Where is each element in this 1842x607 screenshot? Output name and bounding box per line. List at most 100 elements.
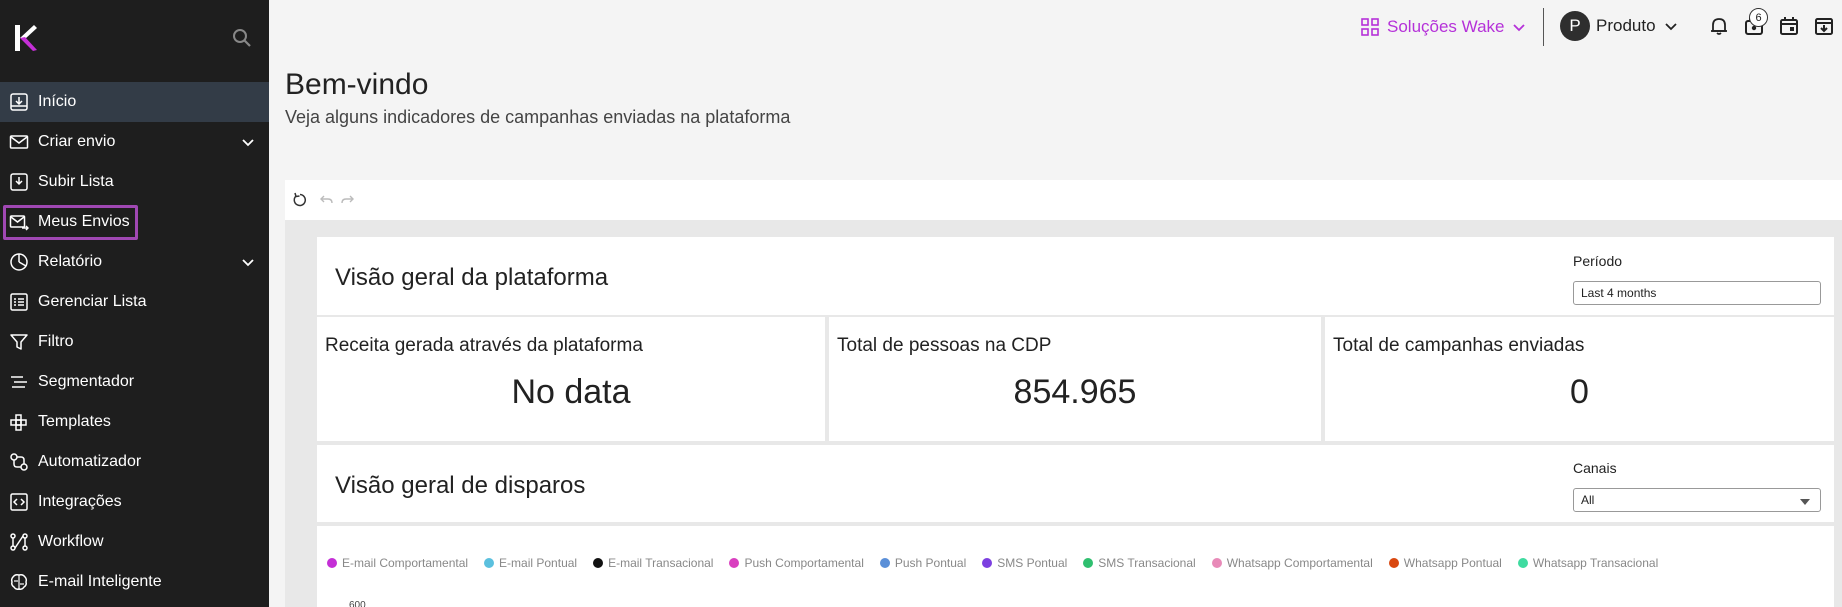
topbar-divider (1543, 8, 1544, 46)
bell-icon[interactable] (1707, 14, 1731, 38)
sidebar-item-inicio[interactable]: Início (0, 82, 269, 122)
legend-item[interactable]: Push Comportamental (729, 556, 864, 570)
legend-label: Whatsapp Pontual (1403, 556, 1502, 570)
sidebar-item-templates[interactable]: Templates (0, 402, 269, 442)
sidebar-item-workflow[interactable]: Workflow (0, 522, 269, 562)
legend-label: E-mail Pontual (499, 556, 578, 570)
legend-dot (982, 558, 993, 568)
caret-down-icon (1800, 499, 1810, 505)
legend-label: Whatsapp Transacional (1532, 556, 1659, 570)
topbar: Soluções Wake P Produto 6 (269, 0, 1842, 54)
redo-icon[interactable] (340, 192, 356, 208)
logo-icon[interactable] (14, 24, 38, 52)
sidebar-item-criar-envio[interactable]: Criar envio (0, 122, 269, 162)
sidebar-header (0, 0, 269, 82)
legend-item[interactable]: SMS Transacional (1083, 556, 1196, 570)
chart-legend: E-mail Comportamental E-mail Pontual E-mai… (327, 556, 1674, 570)
period-input[interactable]: Last 4 months (1573, 281, 1821, 305)
sidebar-item-label: Segmentador (38, 373, 135, 390)
legend-dot (1211, 558, 1222, 568)
sidebar-item-label: Início (38, 93, 77, 110)
legend-item[interactable]: SMS Pontual (982, 556, 1067, 570)
overview-title: Visão geral da plataforma (335, 264, 609, 291)
sidebar-item-label: Templates (38, 413, 111, 430)
legend-dot (1388, 558, 1399, 568)
sidebar-item-filtro[interactable]: Filtro (0, 322, 269, 362)
chevron-down-icon[interactable] (240, 134, 256, 150)
legend-item[interactable]: Push Pontual (879, 556, 967, 570)
legend-item[interactable]: E-mail Transacional (593, 556, 713, 570)
period-label: Período (1573, 253, 1623, 269)
inbox-download-icon (10, 93, 28, 111)
sidebar-item-label: Integrações (38, 493, 122, 510)
legend-item[interactable]: Whatsapp Pontual (1388, 556, 1502, 570)
automation-icon (10, 453, 28, 471)
user-name: Produto (1596, 16, 1656, 35)
page-title: Bem-vindo (285, 68, 429, 101)
sidebar-item-label: E-mail Inteligente (38, 573, 162, 590)
kpi-title: Receita gerada através da plataforma (325, 335, 643, 356)
download-box-icon[interactable] (1812, 14, 1836, 38)
sidebar-item-label: Meus Envios (38, 213, 130, 230)
sidebar-item-label: Automatizador (38, 453, 142, 470)
avatar: P (1560, 11, 1590, 41)
legend-item[interactable]: Whatsapp Comportamental (1211, 556, 1373, 570)
channels-select[interactable]: All (1573, 488, 1821, 512)
segment-lines-icon (11, 376, 27, 388)
kpi-card-pessoas: Total de pessoas na CDP 854.965 (829, 317, 1321, 441)
workflow-icon (10, 533, 28, 551)
overview-card: Visão geral da plataforma Período Last 4… (317, 237, 1834, 315)
legend-label: E-mail Comportamental (342, 556, 469, 570)
sidebar-item-relatorio[interactable]: Relatório (0, 242, 269, 282)
filter-icon (10, 334, 28, 350)
chart-card: E-mail Comportamental E-mail Pontual E-mai… (317, 526, 1834, 607)
sidebar-item-label: Criar envio (38, 133, 116, 150)
solutions-dropdown[interactable]: Soluções Wake (1361, 14, 1534, 40)
sidebar-item-automatizador[interactable]: Automatizador (0, 442, 269, 482)
legend-label: SMS Transacional (1098, 556, 1196, 570)
sidebar: Início Criar envio Subir Lista Meus Envi… (0, 0, 269, 607)
undo-icon[interactable] (318, 192, 334, 208)
code-box-icon (10, 493, 28, 511)
user-menu[interactable]: P Produto (1560, 11, 1678, 41)
envelope-icon (9, 135, 29, 149)
legend-item[interactable]: E-mail Comportamental (327, 556, 468, 570)
chevron-down-icon (1513, 24, 1526, 32)
legend-item[interactable]: E-mail Pontual (484, 556, 577, 570)
grid-apps-icon (1361, 18, 1379, 36)
chevron-down-icon[interactable] (240, 254, 256, 270)
sidebar-item-label: Filtro (38, 333, 74, 350)
legend-label: E-mail Transacional (608, 556, 714, 570)
legend-dot (1083, 558, 1094, 568)
kpi-value: 0 (1570, 373, 1589, 411)
dispatch-card: Visão geral de disparos Canais All (317, 445, 1834, 522)
channels-label: Canais (1573, 460, 1617, 476)
templates-grid-icon (10, 414, 27, 431)
sidebar-item-subir-lista[interactable]: Subir Lista (0, 162, 269, 202)
legend-dot (484, 558, 495, 568)
calendar-icon[interactable] (1777, 14, 1801, 38)
sidebar-item-segmentador[interactable]: Segmentador (0, 362, 269, 402)
dashboard-toolbar (285, 180, 1842, 220)
kpi-title: Total de pessoas na CDP (837, 335, 1052, 356)
sidebar-item-meus-envios[interactable]: Meus Envios (0, 202, 269, 242)
upload-box-icon (10, 173, 28, 191)
list-icon (10, 293, 28, 311)
legend-label: SMS Pontual (997, 556, 1068, 570)
dashboard-canvas: Visão geral da plataforma Período Last 4… (285, 220, 1842, 607)
pie-chart-icon (10, 253, 28, 271)
sidebar-item-label: Subir Lista (38, 173, 114, 190)
solutions-label: Soluções Wake (1387, 17, 1505, 36)
sidebar-item-integracoes[interactable]: Integrações (0, 482, 269, 522)
search-icon[interactable] (230, 26, 254, 50)
dispatch-title: Visão geral de disparos (335, 472, 586, 499)
sidebar-item-gerenciar-lista[interactable]: Gerenciar Lista (0, 282, 269, 322)
legend-label: Whatsapp Comportamental (1226, 556, 1373, 570)
period-value: Last 4 months (1581, 286, 1657, 300)
chevron-down-icon (1664, 23, 1677, 31)
legend-item[interactable]: Whatsapp Transacional (1517, 556, 1659, 570)
reset-icon[interactable] (292, 192, 308, 208)
sidebar-item-email-inteligente[interactable]: E-mail Inteligente (0, 562, 269, 602)
notifications-badge: 6 (1749, 8, 1768, 27)
legend-label: Push Pontual (894, 556, 967, 570)
